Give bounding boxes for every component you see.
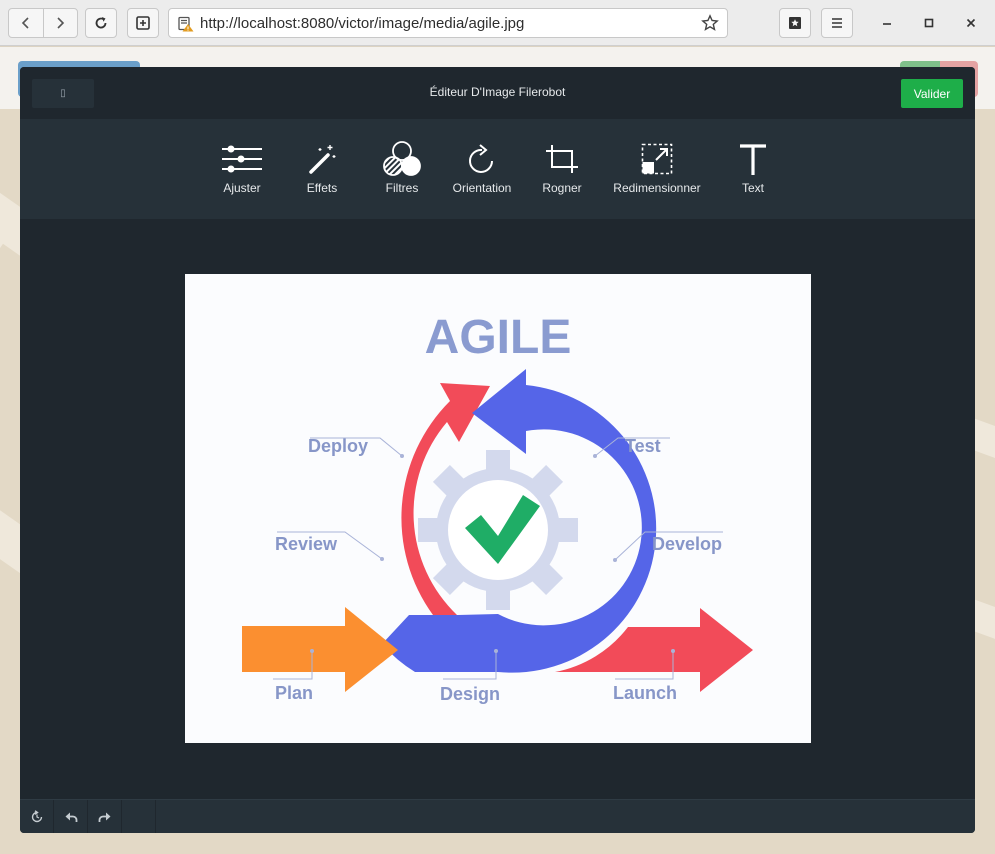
- label-deploy: Deploy: [308, 436, 368, 456]
- tool-label: Redimensionner: [613, 181, 701, 195]
- label-plan: Plan: [275, 683, 313, 703]
- chevron-left-icon: [21, 17, 29, 29]
- browser-toolbar: http://localhost:8080/victor/image/media…: [0, 0, 995, 46]
- sliders-icon: [222, 145, 262, 173]
- reload-icon: [95, 17, 107, 29]
- new-tab-button[interactable]: [127, 8, 159, 38]
- tool-crop[interactable]: Rogner: [540, 139, 584, 203]
- tool-filters[interactable]: Filtres: [380, 139, 424, 203]
- tool-label: Effets: [306, 181, 338, 195]
- back-button[interactable]: [9, 9, 43, 37]
- magic-wand-icon: [309, 145, 336, 174]
- minimize-button[interactable]: [877, 13, 897, 33]
- tool-label: Ajuster: [223, 181, 261, 195]
- maximize-button[interactable]: [919, 13, 939, 33]
- agile-infographic: AGILE Deploy Test Review Develop Plan De…: [185, 274, 811, 743]
- footer-extra-button[interactable]: [122, 800, 156, 833]
- bookmarks-button[interactable]: [779, 8, 811, 38]
- gear-icon: [418, 450, 578, 610]
- tool-label: Text: [741, 181, 764, 195]
- text-icon: [740, 144, 766, 175]
- label-design: Design: [440, 684, 500, 704]
- tool-label: Rogner: [542, 181, 582, 195]
- redo-button[interactable]: [88, 800, 122, 833]
- filters-circles-icon: [383, 141, 421, 176]
- close-window-button[interactable]: [961, 13, 981, 33]
- reload-button[interactable]: [85, 8, 117, 38]
- rotate-icon: [469, 144, 493, 173]
- forward-button[interactable]: [42, 9, 77, 37]
- tool-label: Filtres: [385, 181, 419, 195]
- redo-icon: [98, 812, 110, 822]
- menu-button[interactable]: [821, 8, 853, 38]
- label-launch: Launch: [613, 683, 677, 703]
- history-reset-icon: [31, 810, 42, 823]
- editor-header: ▯ Éditeur D'Image Filerobot Valider: [20, 67, 975, 119]
- minimize-icon: [883, 23, 891, 25]
- tool-orientation[interactable]: Orientation: [452, 139, 512, 203]
- bookmarks-icon: [789, 17, 801, 29]
- address-bar[interactable]: http://localhost:8080/victor/image/media…: [168, 8, 728, 38]
- tool-adjust[interactable]: Ajuster: [220, 139, 264, 203]
- reset-button[interactable]: [20, 800, 54, 833]
- undo-button[interactable]: [54, 800, 88, 833]
- image-title: AGILE: [425, 311, 572, 364]
- maximize-icon: [924, 18, 934, 28]
- bookmark-star-icon[interactable]: [701, 14, 719, 32]
- tool-effects[interactable]: Effets: [300, 139, 344, 203]
- editor-toolbar: Ajuster Effets Filtres Orientation Rogne…: [20, 119, 975, 219]
- editor-title: Éditeur D'Image Filerobot: [429, 85, 566, 99]
- label-develop: Develop: [652, 534, 722, 554]
- chevron-right-icon: [57, 17, 65, 29]
- tool-resize[interactable]: Redimensionner: [612, 139, 702, 203]
- new-tab-icon: [136, 16, 150, 30]
- label-test: Test: [625, 436, 661, 456]
- validate-button[interactable]: Valider: [901, 79, 963, 108]
- label-review: Review: [275, 534, 338, 554]
- tool-label: Orientation: [452, 181, 512, 195]
- editor-canvas: AGILE Deploy Test Review Develop Plan De…: [20, 219, 975, 799]
- nav-buttons: [8, 8, 78, 38]
- tool-text[interactable]: Text: [731, 139, 775, 203]
- image-editor-modal: ▯ Éditeur D'Image Filerobot Valider Ajus…: [20, 67, 975, 833]
- undo-icon: [65, 812, 77, 822]
- crop-icon: [546, 145, 578, 173]
- page-info-icon[interactable]: [178, 16, 194, 32]
- close-icon: [966, 18, 976, 28]
- editor-footer: [20, 799, 975, 833]
- resize-icon: [641, 143, 673, 175]
- hamburger-menu-icon: [832, 18, 842, 28]
- edited-image[interactable]: AGILE Deploy Test Review Develop Plan De…: [185, 274, 811, 743]
- url-text: http://localhost:8080/victor/image/media…: [200, 15, 525, 32]
